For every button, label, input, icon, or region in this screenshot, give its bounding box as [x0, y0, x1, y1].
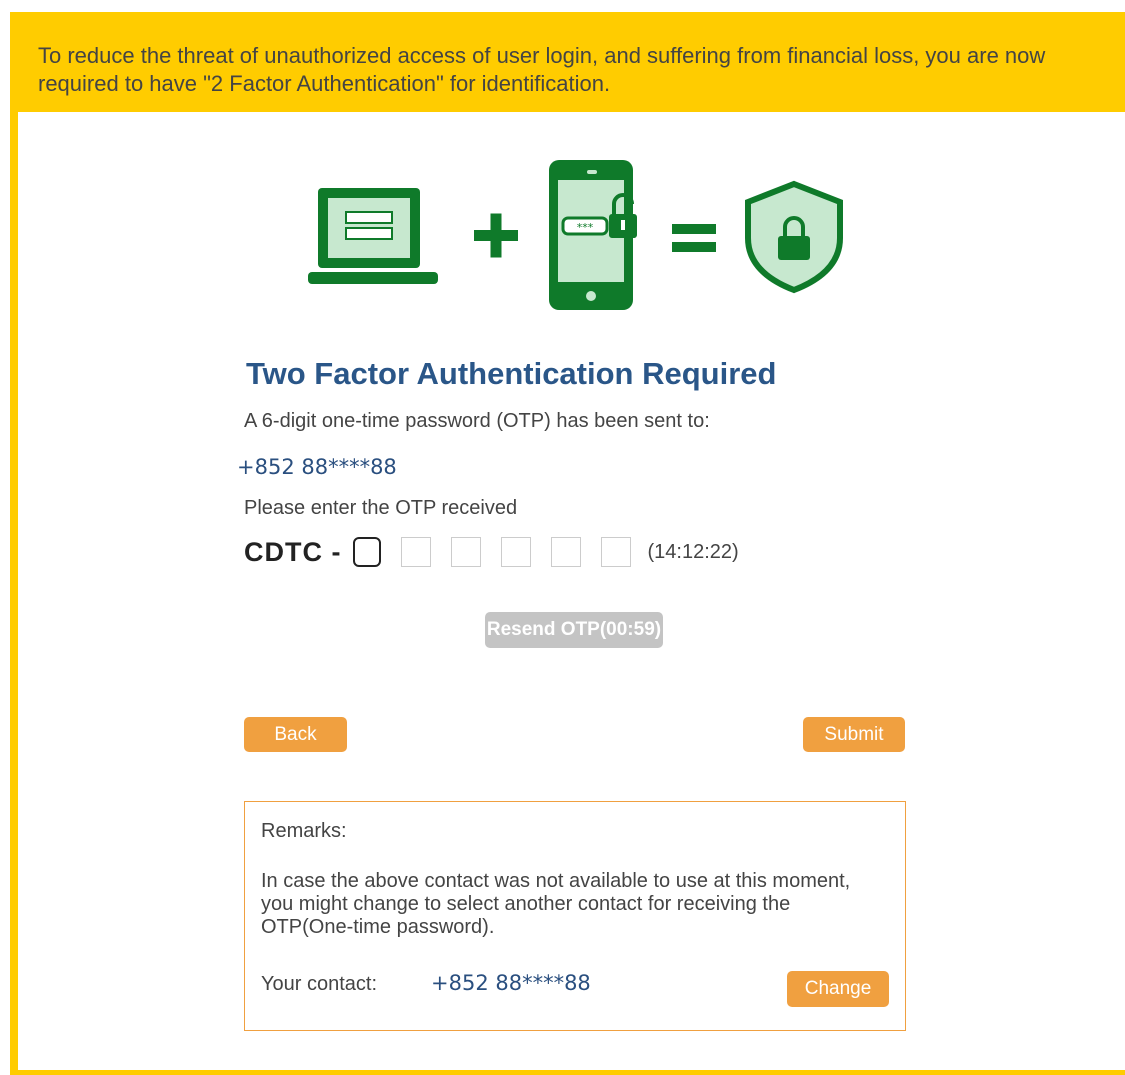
otp-digit-3[interactable]	[451, 537, 482, 567]
page-border-bottom	[10, 1070, 1125, 1075]
svg-text:***: ***	[577, 221, 594, 234]
contact-label: Your contact:	[261, 973, 378, 995]
otp-timer: (14:12:22)	[647, 540, 739, 563]
page-title: Two Factor Authentication Required	[246, 356, 777, 391]
security-notice-banner: To reduce the threat of unauthorized acc…	[14, 12, 1125, 112]
otp-digit-1[interactable]	[353, 537, 382, 567]
otp-input-row: CDTC - (14:12:22)	[244, 532, 739, 572]
smartphone-lock-icon: ***	[549, 160, 637, 310]
security-notice-text: To reduce the threat of unauthorized acc…	[38, 43, 1046, 96]
plus-icon	[474, 213, 518, 258]
two-factor-illustration: ***	[308, 160, 843, 310]
laptop-icon	[308, 188, 438, 284]
page-border-left	[10, 12, 18, 1075]
submit-button[interactable]: Submit	[803, 717, 905, 752]
shield-lock-icon	[745, 180, 843, 294]
remarks-body: In case the above contact was not availa…	[261, 870, 851, 938]
remarks-title: Remarks:	[261, 820, 347, 842]
phone-number: +852 88****88	[237, 455, 397, 479]
otp-sent-message: A 6-digit one-time password (OTP) has be…	[244, 410, 710, 432]
otp-digit-2[interactable]	[401, 537, 432, 567]
otp-prefix: CDTC -	[244, 536, 342, 567]
back-button[interactable]: Back	[244, 717, 347, 752]
otp-digit-4[interactable]	[501, 537, 532, 567]
contact-value: +852 88****88	[431, 971, 591, 995]
change-contact-button[interactable]: Change	[787, 971, 889, 1007]
resend-otp-button[interactable]: Resend OTP(00:59)	[485, 612, 663, 648]
remarks-panel: Remarks: In case the above contact was n…	[244, 801, 906, 1031]
otp-digit-5[interactable]	[551, 537, 582, 567]
otp-instruction: Please enter the OTP received	[244, 497, 518, 519]
equals-icon	[672, 224, 716, 252]
page: To reduce the threat of unauthorized acc…	[0, 0, 1125, 1075]
otp-digit-6[interactable]	[601, 537, 632, 567]
